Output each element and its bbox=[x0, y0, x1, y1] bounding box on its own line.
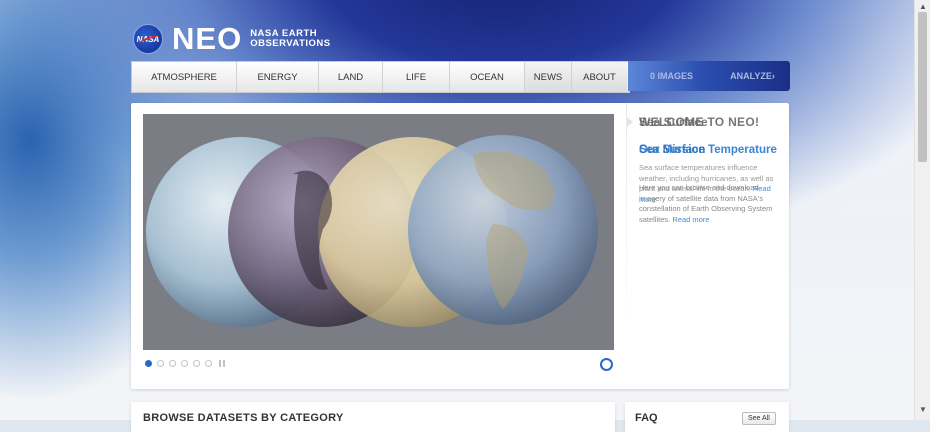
logo-subtitle: NASA EARTH OBSERVATIONS bbox=[250, 28, 331, 49]
nav-item-life[interactable]: LIFE bbox=[383, 62, 450, 92]
browse-section-title: BROWSE DATASETS BY CATEGORY bbox=[143, 412, 344, 424]
nav-item-news[interactable]: NEWS bbox=[525, 62, 572, 92]
nav-item-energy[interactable]: ENERGY bbox=[237, 62, 319, 92]
nav-item-land[interactable]: LAND bbox=[319, 62, 383, 92]
chevron-right-icon: › bbox=[771, 71, 775, 81]
scroll-thumb[interactable] bbox=[918, 12, 927, 162]
site-logo[interactable]: NASA NEO NASA EARTH OBSERVATIONS bbox=[133, 21, 331, 56]
faq-title: FAQ bbox=[635, 412, 658, 424]
tools-bar: 0 IMAGES ANALYZE › bbox=[628, 61, 790, 91]
slideshow-dots bbox=[145, 360, 227, 367]
nasa-logo-icon: NASA bbox=[133, 24, 163, 54]
scroll-down-arrow-icon[interactable]: ▼ bbox=[919, 405, 927, 414]
slideshow-image[interactable] bbox=[143, 114, 614, 350]
logo-neo-text: NEO bbox=[172, 21, 243, 56]
slide-dot[interactable] bbox=[145, 360, 152, 367]
pointer-arrow-icon bbox=[627, 117, 633, 127]
nav-item-ocean[interactable]: OCEAN bbox=[450, 62, 525, 92]
images-tool-button[interactable]: 0 IMAGES bbox=[628, 61, 715, 91]
nav-item-about[interactable]: ABOUT bbox=[572, 62, 627, 92]
slideshow-ring-icon[interactable] bbox=[600, 358, 613, 371]
featured-card: WELCOME TO NEO! Sea Surface Sea Surface … bbox=[131, 103, 789, 389]
pause-icon[interactable] bbox=[219, 360, 227, 367]
vertical-scrollbar[interactable]: ▲ ▼ bbox=[914, 0, 930, 420]
scroll-up-arrow-icon[interactable]: ▲ bbox=[919, 2, 927, 11]
browse-datasets-card: BROWSE DATASETS BY CATEGORY bbox=[131, 402, 615, 432]
analyze-label: ANALYZE bbox=[730, 71, 772, 81]
feature-title-overlay[interactable]: Our Mission bbox=[639, 144, 705, 156]
slide-dot[interactable] bbox=[193, 360, 200, 367]
welcome-description: Here you can browse and download imagery… bbox=[639, 183, 773, 224]
slide-dot[interactable] bbox=[169, 360, 176, 367]
see-all-button[interactable]: See All bbox=[742, 412, 776, 425]
slide-dot[interactable] bbox=[205, 360, 212, 367]
slide-dot[interactable] bbox=[157, 360, 164, 367]
nav-item-atmosphere[interactable]: ATMOSPHERE bbox=[132, 62, 237, 92]
main-nav: ATMOSPHERE ENERGY LAND LIFE OCEAN NEWS A… bbox=[131, 61, 630, 93]
slide-dot[interactable] bbox=[181, 360, 188, 367]
analyze-tool-button[interactable]: ANALYZE › bbox=[715, 61, 790, 91]
welcome-title-overlay: Sea Surface bbox=[639, 115, 708, 129]
side-divider bbox=[626, 103, 627, 335]
four-globes-illustration bbox=[143, 114, 614, 350]
read-more-link[interactable]: Read more bbox=[672, 215, 709, 224]
faq-card: FAQ See All bbox=[625, 402, 789, 432]
